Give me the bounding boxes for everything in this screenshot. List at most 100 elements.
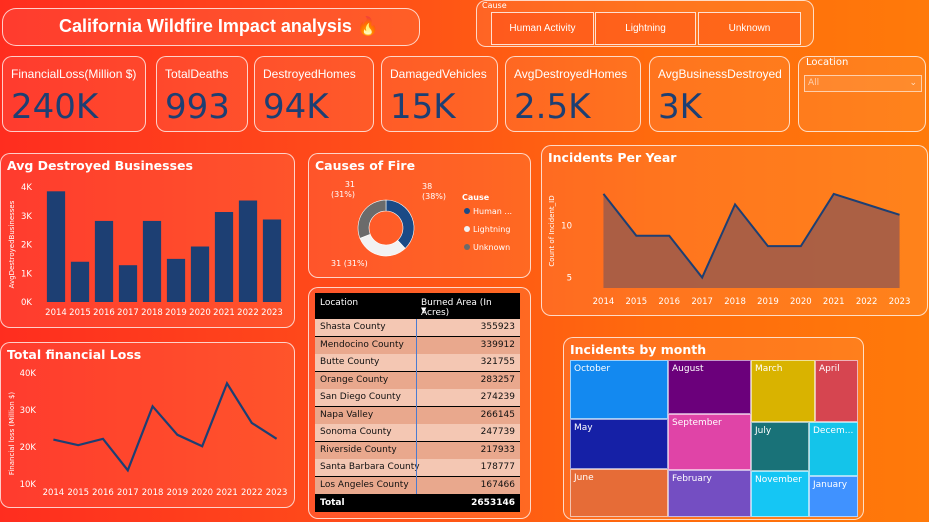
table-row[interactable]: San Diego County 274239 xyxy=(315,389,520,406)
bar[interactable] xyxy=(142,220,162,302)
chevron-down-icon: ⌄ xyxy=(909,78,917,88)
donut-slice[interactable] xyxy=(385,199,415,249)
sort-desc-icon: ▼ xyxy=(421,306,427,314)
y-tick-label: 2K xyxy=(21,241,32,251)
cause-slicer: Cause Human Activity Lightning Unknown xyxy=(476,0,814,47)
cell-burned-area: 167466 xyxy=(480,479,515,490)
cause-option-unknown[interactable]: Unknown xyxy=(698,12,801,45)
column-divider xyxy=(416,319,417,494)
donut-slice[interactable] xyxy=(359,233,406,257)
y-tick-label: 10 xyxy=(561,221,572,231)
x-tick-label: 2016 xyxy=(93,308,115,318)
treemap-cell[interactable]: September xyxy=(668,414,751,470)
location-dropdown[interactable]: All ⌄ xyxy=(804,75,922,92)
x-tick-label: 2018 xyxy=(724,297,746,307)
legend-title: Cause xyxy=(462,193,490,202)
table-row[interactable]: Butte County 321755 xyxy=(315,354,520,371)
column-header-location[interactable]: Location xyxy=(320,298,358,308)
y-tick-label: 1K xyxy=(21,269,32,279)
bar[interactable] xyxy=(166,258,186,302)
treemap-cell[interactable]: February xyxy=(668,470,751,517)
total-financial-loss-panel: Total financial Loss 10K 20K 30K 40K Financi… xyxy=(0,342,295,508)
legend-marker xyxy=(464,226,470,232)
treemap-cell[interactable]: November xyxy=(751,471,809,517)
table-row[interactable]: Orange County 283257 xyxy=(315,371,520,389)
incidents-per-year-panel: Incidents Per Year Count of Incident_ID 5… xyxy=(541,145,928,316)
bar[interactable] xyxy=(70,261,90,302)
y-tick-label: 3K xyxy=(21,212,32,222)
y-tick-label: 4K xyxy=(21,183,32,193)
treemap-cell[interactable]: Decem... xyxy=(809,422,858,476)
cell-burned-area: 247739 xyxy=(480,427,515,437)
bar[interactable] xyxy=(262,219,282,302)
x-tick-label: 2022 xyxy=(856,297,878,307)
incidents-per-year-chart: Count of Incident_ID 5 10 2014 2015 2016 2017 2… xyxy=(548,192,910,307)
legend-label[interactable]: Lightning xyxy=(473,225,510,234)
incidents-by-month-panel: Incidents by month October May June August S… xyxy=(563,337,864,520)
dashboard-title: California Wildfire Impact analysis 🔥 xyxy=(59,16,380,36)
x-tick-label: 2021 xyxy=(213,308,235,318)
kpi-label: DamagedVehicles xyxy=(390,67,487,81)
treemap-cell[interactable]: October xyxy=(570,360,668,419)
x-tick-label: 2016 xyxy=(658,297,680,307)
table-row[interactable]: Napa Valley 266145 xyxy=(315,406,520,424)
table-row[interactable]: Mendocino County 339912 xyxy=(315,336,520,354)
table-row[interactable]: Los Angeles County 167466 xyxy=(315,476,520,494)
burned-area-table: Location Burned Area (In Acres) ▼ Shasta Co… xyxy=(315,293,520,512)
x-tick-label: 2021 xyxy=(823,297,845,307)
x-tick-label: 2014 xyxy=(45,308,67,318)
treemap-cell[interactable]: March xyxy=(751,360,815,422)
table-row[interactable]: Shasta County 355923 xyxy=(315,319,520,336)
cell-location: Butte County xyxy=(320,357,380,367)
treemap-cell[interactable]: May xyxy=(570,419,668,469)
bar[interactable] xyxy=(46,191,66,302)
y-tick-label: 10K xyxy=(20,480,37,490)
table-row[interactable]: Santa Barbara County 178777 xyxy=(315,459,520,476)
slice-label: 31 (31%) xyxy=(331,259,368,268)
legend-label[interactable]: Human ... xyxy=(473,207,512,216)
location-dropdown-value: All xyxy=(808,78,820,88)
bar[interactable] xyxy=(190,246,210,302)
cause-slicer-label: Cause xyxy=(482,1,507,10)
series-area[interactable] xyxy=(603,193,900,288)
x-tick-label: 2019 xyxy=(165,308,187,318)
column-header-burned-area[interactable]: Burned Area (In Acres) xyxy=(421,298,520,318)
bar[interactable] xyxy=(238,200,258,302)
location-slicer-label: Location xyxy=(806,57,849,68)
avg-destroyed-businesses-chart: 0K 1K 2K 3K 4K AvgDestroyedBusinesses 2014 2015… xyxy=(8,183,283,318)
cause-option-human-activity[interactable]: Human Activity xyxy=(491,12,594,45)
bar[interactable] xyxy=(94,220,114,302)
cell-burned-area: 178777 xyxy=(480,462,515,472)
kpi-value: 3K xyxy=(658,87,702,127)
donut-slice[interactable] xyxy=(357,199,387,239)
x-tick-label: 2017 xyxy=(691,297,713,307)
treemap-cell[interactable]: July xyxy=(751,422,809,471)
cell-location: Shasta County xyxy=(320,322,386,332)
x-tick-label: 2019 xyxy=(167,488,189,498)
dashboard-title-panel: California Wildfire Impact analysis 🔥 xyxy=(2,8,420,46)
kpi-value: 2.5K xyxy=(514,87,591,127)
series-line[interactable] xyxy=(53,380,278,473)
x-tick-label: 2019 xyxy=(757,297,779,307)
cause-option-lightning[interactable]: Lightning xyxy=(595,12,696,45)
kpi-avg-destroyed-homes: AvgDestroyedHomes 2.5K xyxy=(505,56,641,132)
causes-of-fire-panel: Causes of Fire 38 (38%) 31 (31%) 31 (31%) Cau… xyxy=(308,153,531,278)
kpi-value: 240K xyxy=(11,87,99,127)
cell-burned-area: 355923 xyxy=(480,322,515,332)
treemap-cell[interactable]: April xyxy=(815,360,858,422)
table-row[interactable]: Riverside County 217933 xyxy=(315,441,520,459)
treemap-cell[interactable]: January xyxy=(809,476,858,517)
location-slicer: Location All ⌄ xyxy=(798,56,926,132)
cell-location: Orange County xyxy=(320,374,389,385)
bar[interactable] xyxy=(118,265,138,302)
y-tick-label: 5 xyxy=(567,274,572,284)
kpi-financial-loss: FinancialLoss(Million $) 240K xyxy=(2,56,146,132)
legend-marker xyxy=(464,208,470,214)
treemap-cell[interactable]: June xyxy=(570,469,668,517)
legend-label[interactable]: Unknown xyxy=(473,243,510,252)
treemap-cell[interactable]: August xyxy=(668,360,751,414)
table-row[interactable]: Sonoma County 247739 xyxy=(315,424,520,441)
y-tick-label: 40K xyxy=(20,369,37,379)
cell-location: Los Angeles County xyxy=(320,479,409,490)
bar[interactable] xyxy=(214,212,234,302)
